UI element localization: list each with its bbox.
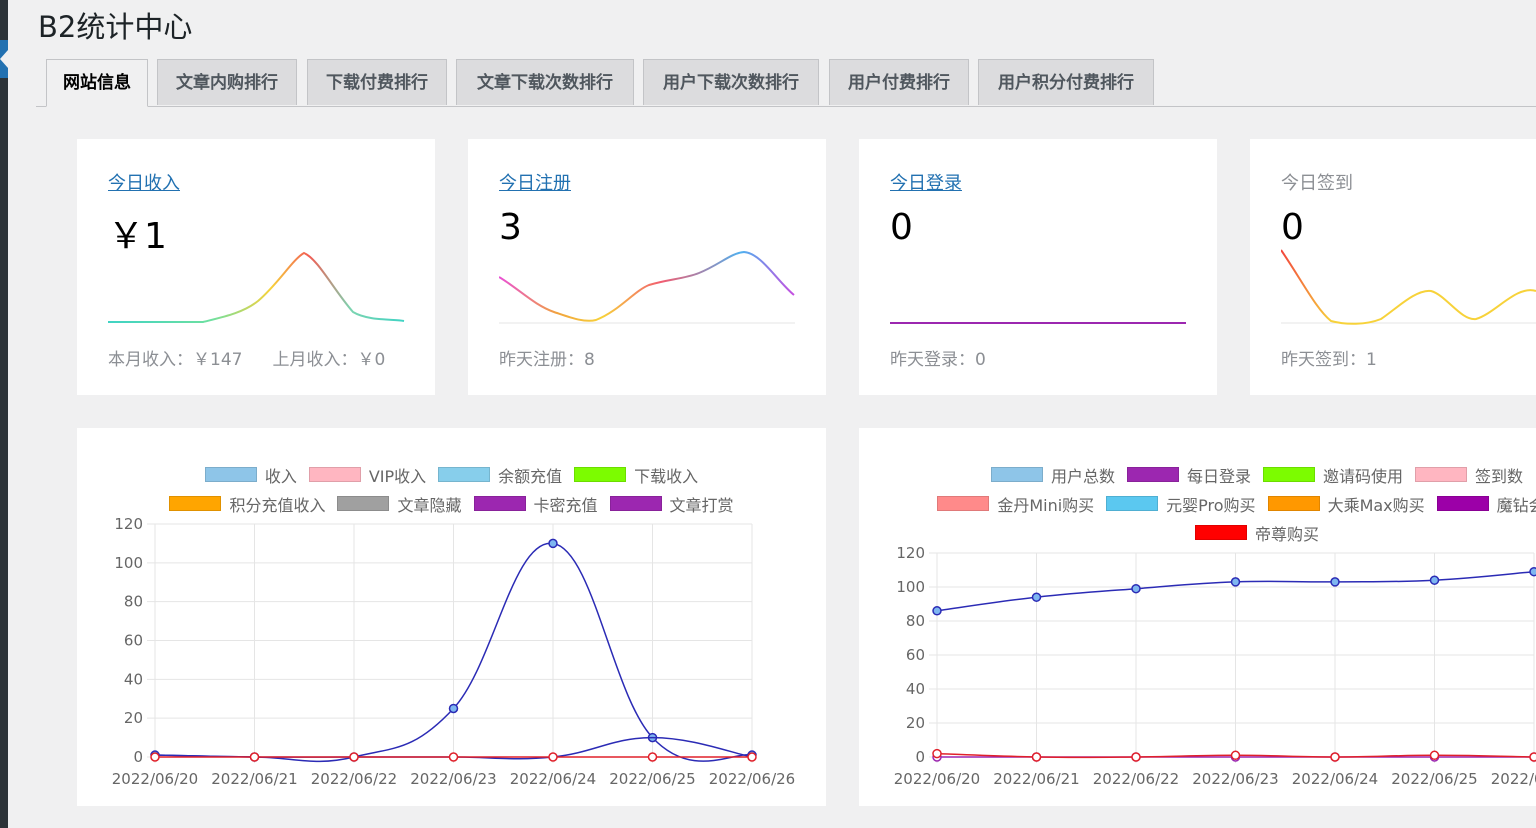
today-income-link[interactable]: 今日收入 xyxy=(108,169,180,195)
x-tick-label: 2022/06/20 xyxy=(112,770,198,788)
y-tick-label: 80 xyxy=(906,612,925,630)
data-point[interactable] xyxy=(448,752,459,762)
tab-bar: 网站信息 文章内购排行 下载付费排行 文章下载次数排行 用户下载次数排行 用户付… xyxy=(36,58,1536,107)
x-tick-label: 2022/06/23 xyxy=(410,770,496,788)
y-tick-label: 100 xyxy=(896,578,925,596)
user-chart-card: 用户总数 每日登录 邀请码使用 签到数 金丹Mini购买 元婴Pro购买 大乘Max购买 魔钻… xyxy=(859,428,1536,806)
yesterday-login: 昨天登录：0 xyxy=(890,350,986,370)
data-point[interactable] xyxy=(1131,752,1141,762)
x-tick-label: 2022/06/26 xyxy=(1491,770,1536,788)
today-register-link[interactable]: 今日注册 xyxy=(499,169,571,195)
yesterday-checkin: 昨天签到：1 xyxy=(1281,350,1377,370)
data-point[interactable] xyxy=(647,752,658,762)
data-point[interactable] xyxy=(448,703,459,714)
tab-download-pay-rank[interactable]: 下载付费排行 xyxy=(307,59,447,105)
data-point[interactable] xyxy=(1230,750,1241,761)
data-point[interactable] xyxy=(548,538,558,549)
y-tick-label: 0 xyxy=(133,748,143,766)
data-point[interactable] xyxy=(1131,583,1141,594)
tab-article-download-rank[interactable]: 文章下载次数排行 xyxy=(456,59,634,105)
income-sparkline xyxy=(108,251,405,323)
income-chart-card: 收入 VIP收入 余额充值 下载收入 积分充值收入 文章隐藏 卡密充值 文章打赏 0 20 40 6… xyxy=(77,428,826,806)
data-point[interactable] xyxy=(1031,752,1042,762)
data-point[interactable] xyxy=(1429,575,1440,585)
x-tick-label: 2022/06/23 xyxy=(1192,770,1278,788)
x-tick-label: 2022/06/25 xyxy=(1391,770,1477,788)
checkin-footer: 昨天签到：1 xyxy=(1281,345,1407,370)
x-tick-label: 2022/06/24 xyxy=(510,770,596,788)
month-income: 本月收入：￥147 xyxy=(108,350,243,370)
y-tick-label: 0 xyxy=(915,748,925,766)
tab-article-purchase-rank[interactable]: 文章内购排行 xyxy=(157,59,297,105)
data-point[interactable] xyxy=(1330,752,1340,762)
income-line-chart: 0 20 40 60 80 100 120 2022/06/20 2022/06/21 2022/… xyxy=(112,515,795,788)
data-point[interactable] xyxy=(932,606,942,616)
data-point[interactable] xyxy=(1031,592,1042,602)
y-tick-label: 60 xyxy=(906,646,925,664)
stat-card-register: 今日注册 3 昨天注册：8 xyxy=(468,139,826,395)
y-tick-label: 20 xyxy=(124,709,143,727)
data-point[interactable] xyxy=(1230,577,1241,587)
stat-card-login: 今日登录 0 昨天登录：0 xyxy=(859,139,1217,395)
data-point[interactable] xyxy=(349,752,359,762)
data-point[interactable] xyxy=(150,752,160,762)
register-footer: 昨天注册：8 xyxy=(499,345,625,370)
y-tick-label: 40 xyxy=(124,670,143,688)
page-title: B2统计中心 xyxy=(38,10,193,44)
sidebar-current-arrow-icon xyxy=(0,50,8,68)
login-sparkline xyxy=(890,322,1186,324)
data-point[interactable] xyxy=(1529,752,1536,762)
x-tick-label: 2022/06/21 xyxy=(211,770,297,788)
y-tick-label: 120 xyxy=(896,544,925,562)
y-tick-label: 40 xyxy=(906,680,925,698)
today-login-link[interactable]: 今日登录 xyxy=(890,169,962,195)
x-tick-label: 2022/06/20 xyxy=(894,770,980,788)
y-tick-label: 120 xyxy=(114,515,143,533)
data-point[interactable] xyxy=(1330,577,1340,587)
data-point[interactable] xyxy=(548,752,558,762)
data-point[interactable] xyxy=(249,752,260,762)
tab-user-download-rank[interactable]: 用户下载次数排行 xyxy=(643,59,819,105)
y-tick-label: 60 xyxy=(124,632,143,650)
income-footer: 本月收入：￥147 上月收入：￥0 xyxy=(108,345,415,370)
last-month-income: 上月收入：￥0 xyxy=(272,350,386,370)
x-tick-label: 2022/06/22 xyxy=(311,770,397,788)
data-point[interactable] xyxy=(747,752,757,762)
data-point[interactable] xyxy=(1429,750,1440,761)
tab-user-credit-pay-rank[interactable]: 用户积分付费排行 xyxy=(978,59,1154,105)
checkin-sparkline xyxy=(1281,249,1536,325)
tab-user-pay-rank[interactable]: 用户付费排行 xyxy=(829,59,969,105)
tab-site-info[interactable]: 网站信息 xyxy=(46,59,148,107)
today-checkin-label: 今日签到 xyxy=(1281,173,1353,194)
login-footer: 昨天登录：0 xyxy=(890,345,1016,370)
data-point[interactable] xyxy=(932,748,942,759)
stat-card-checkin: 今日签到 0 昨天签到：1 xyxy=(1250,139,1536,395)
y-tick-label: 100 xyxy=(114,554,143,572)
stat-card-income: 今日收入 ￥1 本月收入：￥147 上月收入：￥0 xyxy=(77,139,435,395)
yesterday-register: 昨天注册：8 xyxy=(499,350,595,370)
user-line-chart: 0 20 40 60 80 100 120 2022/06/20 2022/06/21 2022/… xyxy=(894,544,1536,788)
admin-sidebar xyxy=(0,0,8,828)
x-tick-label: 2022/06/22 xyxy=(1093,770,1179,788)
register-sparkline xyxy=(499,250,795,324)
y-tick-label: 20 xyxy=(906,714,925,732)
x-tick-label: 2022/06/24 xyxy=(1292,770,1378,788)
x-tick-label: 2022/06/25 xyxy=(609,770,695,788)
x-tick-label: 2022/06/26 xyxy=(709,770,795,788)
x-tick-label: 2022/06/21 xyxy=(993,770,1079,788)
data-point[interactable] xyxy=(1529,566,1536,577)
y-tick-label: 80 xyxy=(124,593,143,611)
